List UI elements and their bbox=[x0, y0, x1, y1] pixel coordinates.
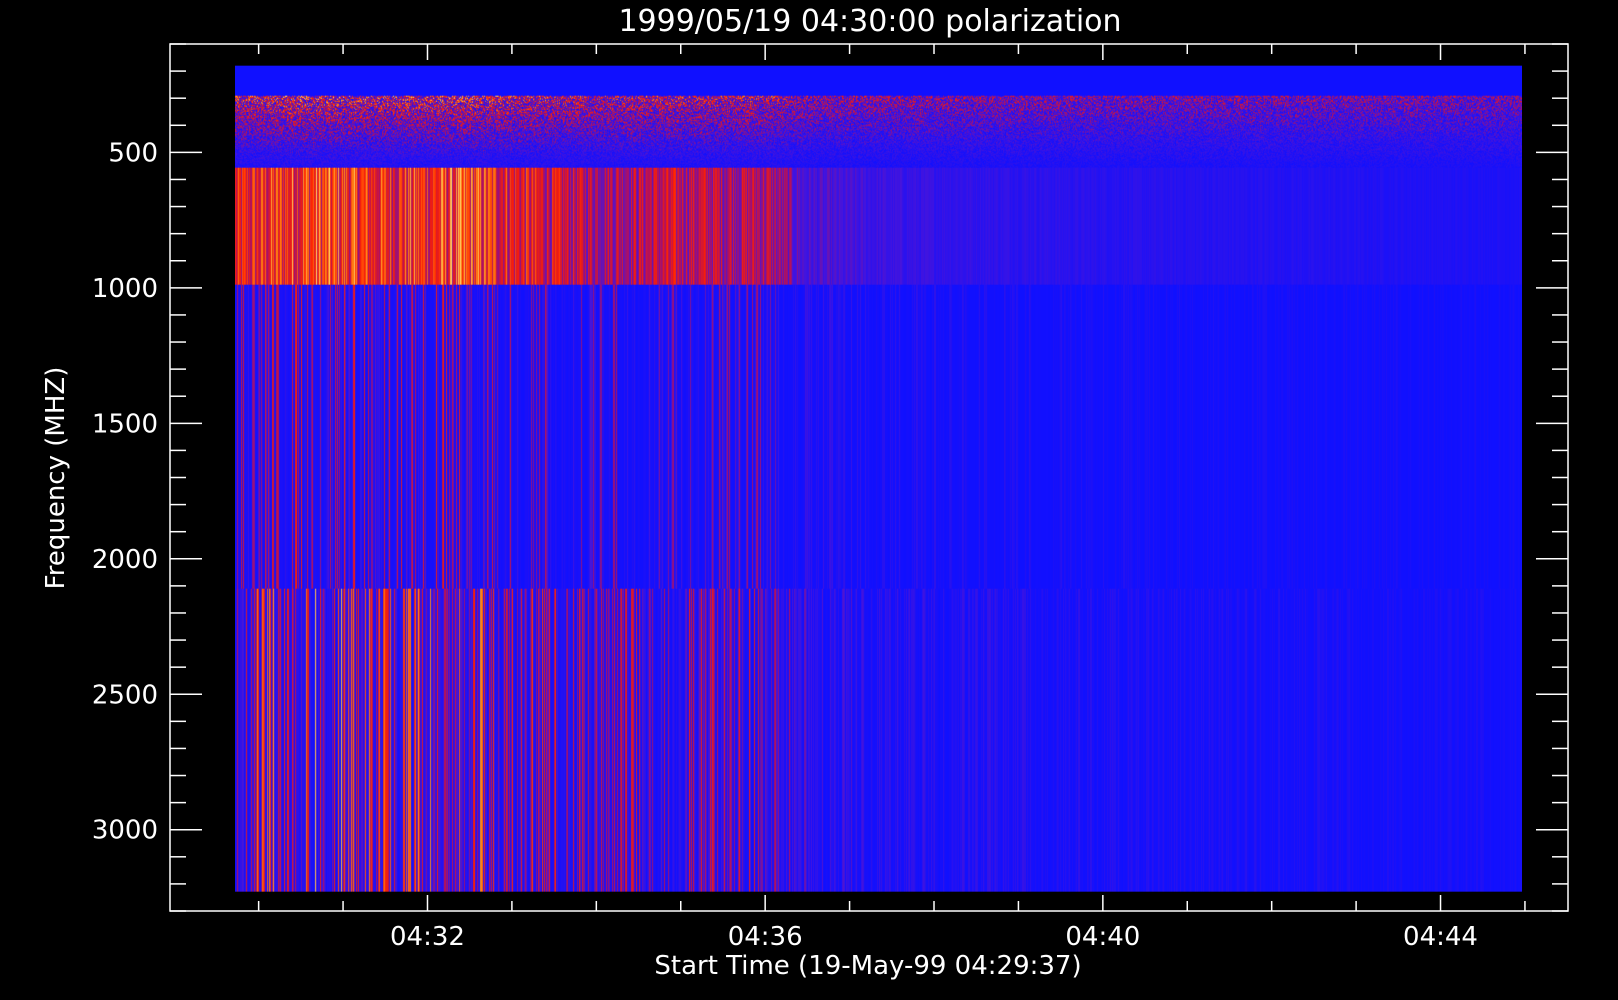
y-tick-label: 3000 bbox=[92, 816, 158, 846]
y-axis-label: Frequency (MHZ) bbox=[41, 367, 71, 590]
y-tick-label: 1500 bbox=[92, 409, 158, 439]
x-axis-label: Start Time (19-May-99 04:29:37) bbox=[654, 951, 1081, 981]
spectrogram-heatmap bbox=[235, 65, 1523, 892]
y-tick-label: 1000 bbox=[92, 274, 158, 304]
x-tick-label: 04:32 bbox=[390, 922, 465, 952]
spectrogram-chart: 1999/05/19 04:30:00 polarization 500 1000… bbox=[0, 0, 1618, 1000]
spectrogram-image bbox=[235, 65, 1523, 892]
x-tick-label: 04:40 bbox=[1065, 922, 1140, 952]
y-tick-label: 500 bbox=[108, 138, 158, 168]
x-tick-label: 04:36 bbox=[728, 922, 803, 952]
y-tick-label: 2000 bbox=[92, 545, 158, 575]
x-tick-label: 04:44 bbox=[1403, 922, 1478, 952]
y-tick-label: 2500 bbox=[92, 680, 158, 710]
chart-title: 1999/05/19 04:30:00 polarization bbox=[618, 4, 1121, 39]
